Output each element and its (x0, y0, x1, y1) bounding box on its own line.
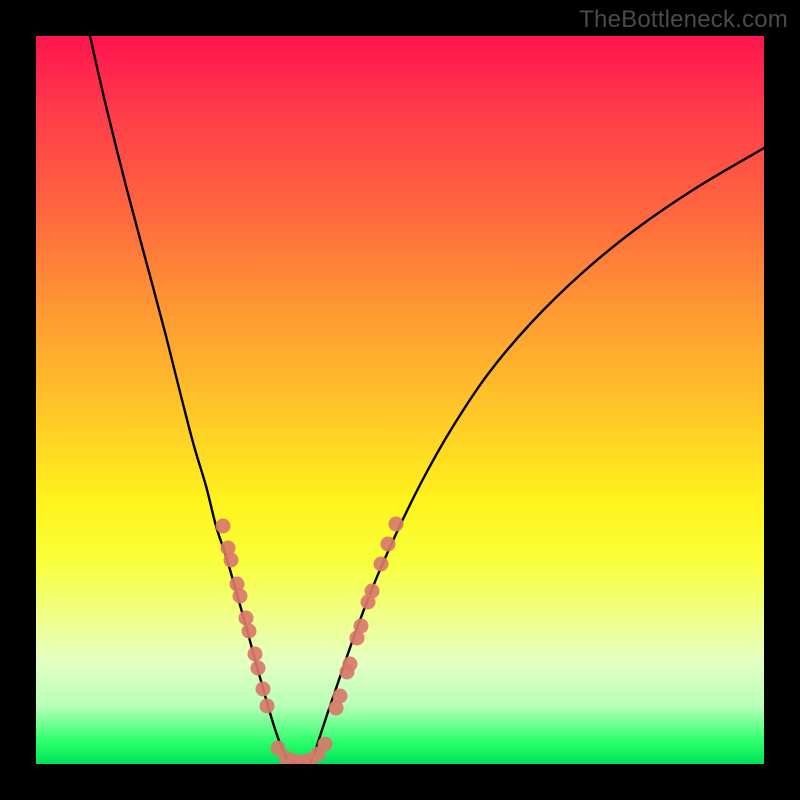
marker-dot (239, 611, 254, 626)
marker-dot (343, 657, 358, 672)
marker-dot (354, 619, 369, 634)
marker-dot (233, 589, 248, 604)
plot-area (36, 36, 764, 764)
marker-dot (389, 517, 404, 532)
marker-dot (374, 557, 389, 572)
marker-dot (260, 699, 275, 714)
data-markers (216, 517, 404, 765)
marker-dot (248, 647, 263, 662)
bottleneck-curves (90, 36, 764, 763)
chart-svg (36, 36, 764, 764)
bottleneck-curve (90, 36, 764, 763)
marker-dot (251, 661, 266, 676)
marker-dot (216, 519, 231, 534)
marker-dot (318, 737, 333, 752)
marker-dot (242, 624, 257, 639)
marker-dot (256, 682, 271, 697)
marker-dot (381, 537, 396, 552)
marker-dot (333, 689, 348, 704)
watermark-text: TheBottleneck.com (579, 6, 788, 34)
chart-frame: TheBottleneck.com (0, 0, 800, 800)
marker-dot (365, 584, 380, 599)
marker-dot (224, 553, 239, 568)
